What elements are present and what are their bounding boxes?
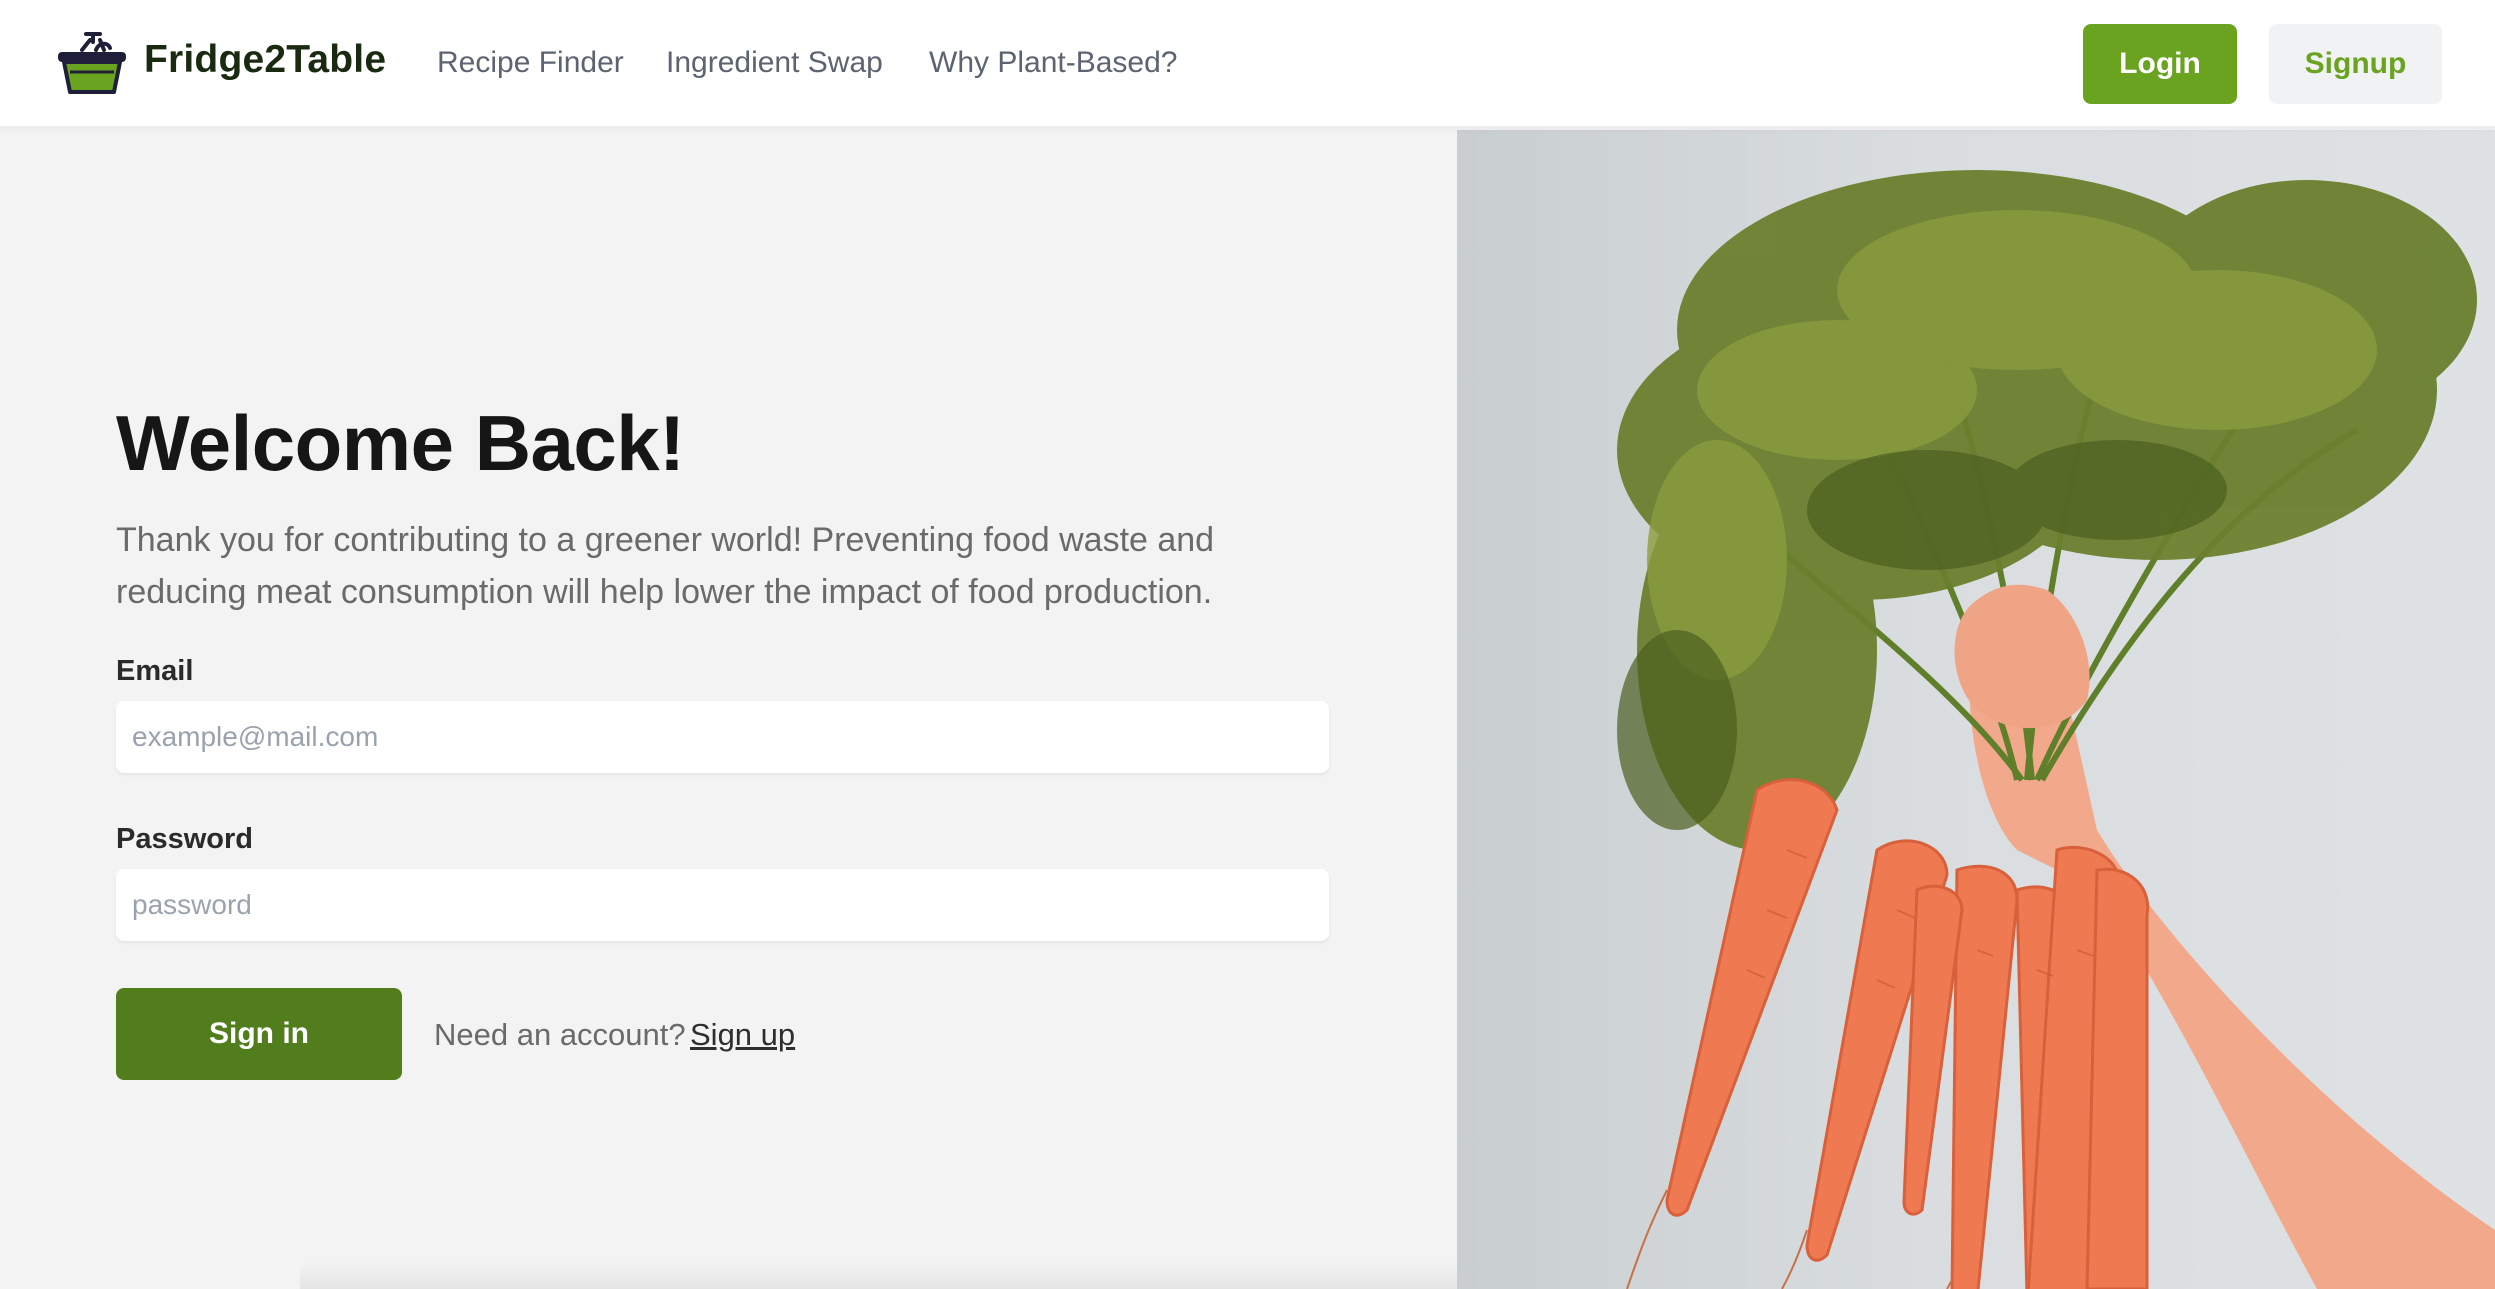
brand-name[interactable]: Fridge2Table — [144, 38, 386, 82]
sign-in-button[interactable]: Sign in — [116, 988, 402, 1080]
panel-bottom-shadow — [300, 1262, 1457, 1289]
basket-icon[interactable] — [56, 30, 128, 102]
top-navbar: Fridge2Table Recipe Finder Ingredient Sw… — [0, 0, 2495, 128]
hand-holding-carrots-image — [1617, 170, 2495, 1289]
email-label: Email — [116, 655, 194, 687]
password-label: Password — [116, 823, 253, 855]
signup-button[interactable]: Signup — [2269, 24, 2442, 104]
password-field[interactable] — [116, 869, 1329, 941]
hero-image-panel — [1457, 130, 2495, 1289]
login-button[interactable]: Login — [2083, 24, 2237, 104]
nav-ingredient-swap[interactable]: Ingredient Swap — [666, 46, 883, 80]
sign-up-link[interactable]: Sign up — [690, 1017, 795, 1053]
page-title: Welcome Back! — [116, 399, 685, 487]
nav-recipe-finder[interactable]: Recipe Finder — [437, 46, 624, 80]
nav-why-plant-based[interactable]: Why Plant-Based? — [929, 46, 1177, 80]
email-field[interactable] — [116, 701, 1329, 773]
need-account-text: Need an account? — [434, 1017, 686, 1052]
page-subtitle: Thank you for contributing to a greener … — [116, 521, 1215, 611]
